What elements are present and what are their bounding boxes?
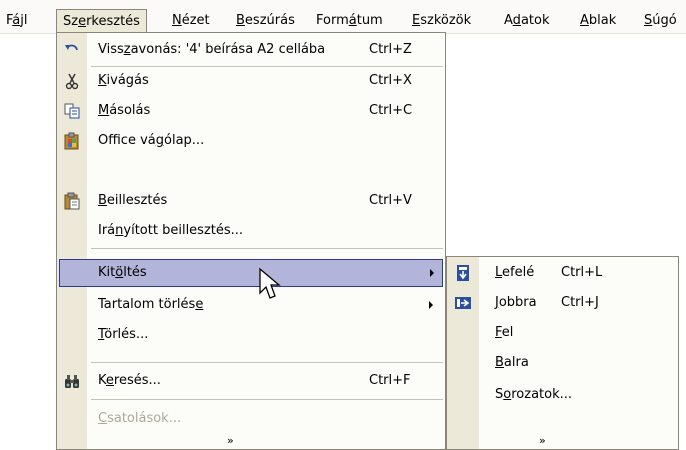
submenu-item-fill-right[interactable]: Jobbra Ctrl+J [447,289,678,317]
menu-item-office-clipboard[interactable]: Office vágólap... [57,127,445,155]
menu-help[interactable]: Súgó [644,10,677,32]
menu-item-label: Tartalom törlése [98,297,204,312]
menu-item-label: Office vágólap... [98,133,205,148]
menu-view[interactable]: Nézet [172,10,210,32]
menu-item-label: Visszavonás: '4' beírása A2 cellába [98,42,326,57]
menu-item-label: Fel [495,325,514,340]
menu-item-label: Kivágás [98,73,149,88]
menu-item-label: Csatolások... [98,411,182,426]
menu-separator [91,399,443,400]
menu-item-label: Balra [495,355,529,370]
menu-item-delete[interactable]: Törlés... [57,321,445,349]
expand-menu-chevron-icon[interactable]: » [227,435,234,447]
menu-item-paste-special[interactable]: Irányított beillesztés... [57,217,445,245]
menu-item-fill[interactable]: Kitöltés [59,259,443,287]
shortcut-label: Ctrl+X [369,73,412,88]
menu-separator [91,248,443,249]
menu-item-label: Irányított beillesztés... [98,223,244,238]
shortcut-label: Ctrl+F [369,373,411,388]
submenu-item-fill-left[interactable]: Balra [447,349,678,377]
shortcut-label: Ctrl+J [561,295,599,310]
copy-icon [63,102,81,120]
menu-item-find[interactable]: Keresés... Ctrl+F [57,367,445,395]
menu-item-label: Keresés... [98,373,161,388]
menu-edit[interactable]: Szerkesztés [56,9,147,33]
menu-item-label: Lefelé [495,265,535,280]
menu-file[interactable]: Fájl [6,10,28,32]
menu-item-label: Sorozatok... [495,387,573,402]
submenu-item-fill-down[interactable]: Lefelé Ctrl+L [447,259,678,287]
undo-icon [63,41,81,59]
fill-submenu: Lefelé Ctrl+L Jobbra Ctrl+J Fel Balra So… [446,256,679,450]
menu-item-label: Másolás [98,103,151,118]
shortcut-label: Ctrl+V [369,193,412,208]
shortcut-label: Ctrl+L [561,265,603,280]
fill-down-icon [454,264,472,282]
menu-window[interactable]: Ablak [580,10,616,32]
fill-right-icon [454,294,472,312]
menu-item-paste[interactable]: Beillesztés Ctrl+V [57,187,445,215]
edit-menu: Visszavonás: '4' beírása A2 cellába Ctrl… [56,32,446,450]
menu-tools[interactable]: Eszközök [412,10,471,32]
mouse-pointer-icon [259,267,281,299]
expand-menu-chevron-icon[interactable]: » [539,435,546,447]
paste-icon [63,192,81,210]
binoculars-icon [63,372,81,390]
menu-separator [91,362,443,363]
menu-item-clear-contents[interactable]: Tartalom törlése [57,291,445,319]
clipboard-icon [63,132,81,150]
submenu-arrow-icon [429,301,433,309]
scissors-icon [63,72,81,90]
menu-item-label: Törlés... [98,327,149,342]
submenu-arrow-icon [430,269,434,277]
menu-item-links[interactable]: Csatolások... [57,405,445,433]
menu-data[interactable]: Adatok [504,10,549,32]
menu-item-label: Jobbra [495,295,537,310]
menu-item-label: Kitöltés [98,265,147,280]
menu-item-copy[interactable]: Másolás Ctrl+C [57,97,445,125]
shortcut-label: Ctrl+Z [369,42,412,57]
menu-item-cut[interactable]: Kivágás Ctrl+X [57,67,445,95]
menu-format[interactable]: Formátum [316,10,383,32]
shortcut-label: Ctrl+C [369,103,413,118]
menu-item-undo[interactable]: Visszavonás: '4' beírása A2 cellába Ctrl… [57,36,445,64]
submenu-item-series[interactable]: Sorozatok... [447,381,678,409]
menu-bar: Fájl Szerkesztés Nézet Beszúrás Formátum… [0,0,686,34]
menu-insert[interactable]: Beszúrás [236,10,295,32]
menu-item-label: Beillesztés [98,193,168,208]
submenu-item-fill-up[interactable]: Fel [447,319,678,347]
